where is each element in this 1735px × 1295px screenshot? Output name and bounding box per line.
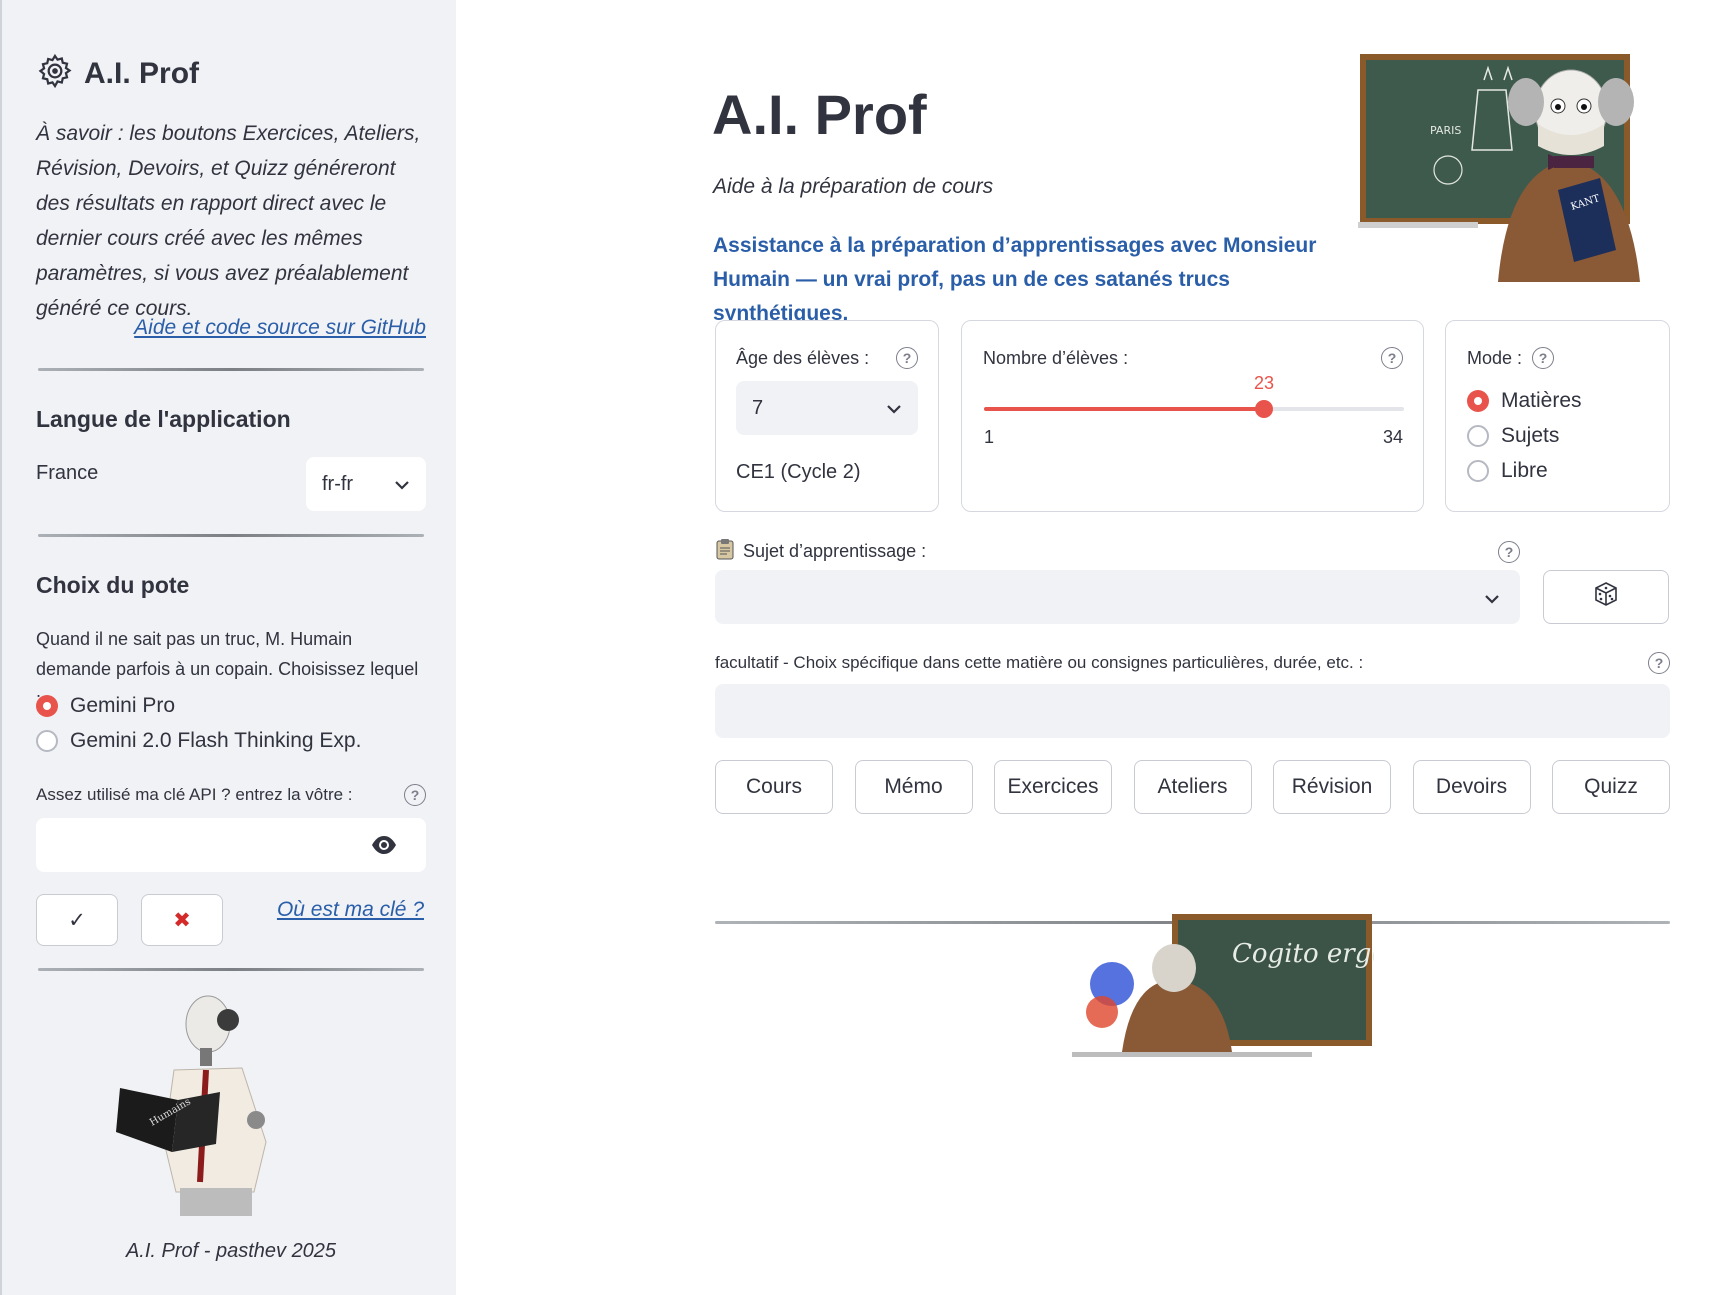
students-slider[interactable]: 23 [984,373,1404,418]
dice-icon [1593,581,1619,613]
slider-value: 23 [1253,373,1274,393]
chevron-down-icon [886,397,902,420]
buddy-option-label: Gemini 2.0 Flash Thinking Exp. [70,728,362,752]
sidebar-title: A.I. Prof [84,56,200,90]
close-icon: ✖ [173,908,191,932]
help-icon[interactable]: ? [1648,652,1670,674]
api-key-input[interactable] [36,818,426,872]
action-bar: Cours Mémo Exercices Ateliers Révision D… [715,760,1670,814]
chevron-down-icon [394,473,410,496]
slider-thumb[interactable] [1254,400,1273,418]
memo-button[interactable]: Mémo [854,760,973,814]
language-select[interactable]: fr-fr [306,457,426,511]
devoirs-button[interactable]: Devoirs [1412,760,1531,814]
mode-option-libre[interactable]: Libre [1467,453,1582,488]
help-icon[interactable]: ? [1498,540,1520,563]
mode-option-matieres[interactable]: Matières [1467,383,1582,418]
github-link[interactable]: Aide et code source sur GitHub [134,316,426,339]
confirm-key-button[interactable]: ✓ [36,894,118,946]
where-key-link[interactable]: Où est ma clé ? [277,898,424,922]
mode-option-label: Sujets [1501,423,1560,447]
slider-fill [984,407,1264,411]
chalkboard-illustration: Cogito ergo su [1072,912,1425,1060]
subject-select[interactable] [715,570,1520,624]
clipboard-icon [715,538,735,565]
mode-option-label: Libre [1501,458,1548,482]
help-icon[interactable]: ? [404,784,426,806]
buddy-heading: Choix du pote [36,572,190,598]
divider [38,534,424,537]
slider-max: 34 [1382,427,1403,447]
help-icon[interactable]: ? [1532,347,1555,369]
help-icon[interactable]: ? [1381,347,1403,369]
radio-selected-icon [36,694,58,717]
chalkboard-text: Cogito ergo su [1232,939,1374,969]
age-label: Âge des élèves : [736,347,870,368]
random-subject-button[interactable] [1543,570,1669,624]
students-card: Nombre d’élèves : ? 23 1 34 [961,320,1424,512]
sidebar-note: À savoir : les boutons Exercices, Atelie… [36,122,421,320]
quizz-button[interactable]: Quizz [1552,760,1670,814]
eye-icon[interactable] [370,834,398,861]
age-select[interactable]: 7 [736,381,918,435]
gear-icon [36,52,74,95]
radio-unselected-icon [1467,459,1489,482]
age-card: Âge des élèves : ? 7 CE1 (Cycle 2) [715,320,939,512]
api-key-label: Assez utilisé ma clé API ? entrez la vôt… [36,785,353,804]
language-heading: Langue de l'application [36,406,291,432]
mode-card: Mode : ? Matières Sujets Libre [1445,320,1670,512]
page-subtitle: Aide à la préparation de cours [713,175,994,198]
mode-label: Mode : [1467,347,1523,368]
mode-option-label: Matières [1501,388,1582,412]
help-icon[interactable]: ? [896,347,918,369]
age-select-value: 7 [752,396,764,419]
cours-button[interactable]: Cours [715,760,833,814]
language-select-value: fr-fr [322,472,354,495]
chevron-down-icon [1484,591,1500,609]
sidebar-footer: A.I. Prof - pasthev 2025 [125,1240,337,1262]
mode-radio-group: Matières Sujets Libre [1467,383,1582,488]
buddy-radio-group: Gemini Pro Gemini 2.0 Flash Thinking Exp… [36,688,426,758]
subject-label: Sujet d’apprentissage : [743,541,927,561]
page-title: A.I. Prof [712,83,927,146]
divider [38,368,424,371]
robot-reading-image: Humains [116,992,306,1216]
page-tagline: Assistance à la préparation d’apprentiss… [713,234,1317,325]
exercices-button[interactable]: Exercices [994,760,1112,814]
radio-unselected-icon [1467,424,1489,447]
radio-unselected-icon [36,729,58,752]
ateliers-button[interactable]: Ateliers [1133,760,1252,814]
buddy-option-label: Gemini Pro [70,693,176,717]
mode-option-sujets[interactable]: Sujets [1467,418,1582,453]
board-label: PARIS [1430,124,1461,137]
age-level: CE1 (Cycle 2) [736,461,861,483]
professor-illustration: PARIS KANT [1358,50,1663,282]
students-label: Nombre d’élèves : [983,347,1129,368]
revision-button[interactable]: Révision [1273,760,1391,814]
sidebar: A.I. Prof À savoir : les boutons Exercic… [0,0,456,1295]
clear-key-button[interactable]: ✖ [141,894,223,946]
check-icon: ✓ [68,908,86,932]
buddy-option-gemini-pro[interactable]: Gemini Pro [36,688,426,723]
divider [38,968,424,971]
buddy-option-gemini-flash[interactable]: Gemini 2.0 Flash Thinking Exp. [36,723,426,758]
optional-input[interactable] [715,684,1670,738]
sidebar-header: A.I. Prof [36,52,426,95]
slider-min: 1 [984,427,995,447]
optional-label: facultatif - Choix spécifique dans cette… [715,653,1364,672]
radio-selected-icon [1467,389,1489,412]
